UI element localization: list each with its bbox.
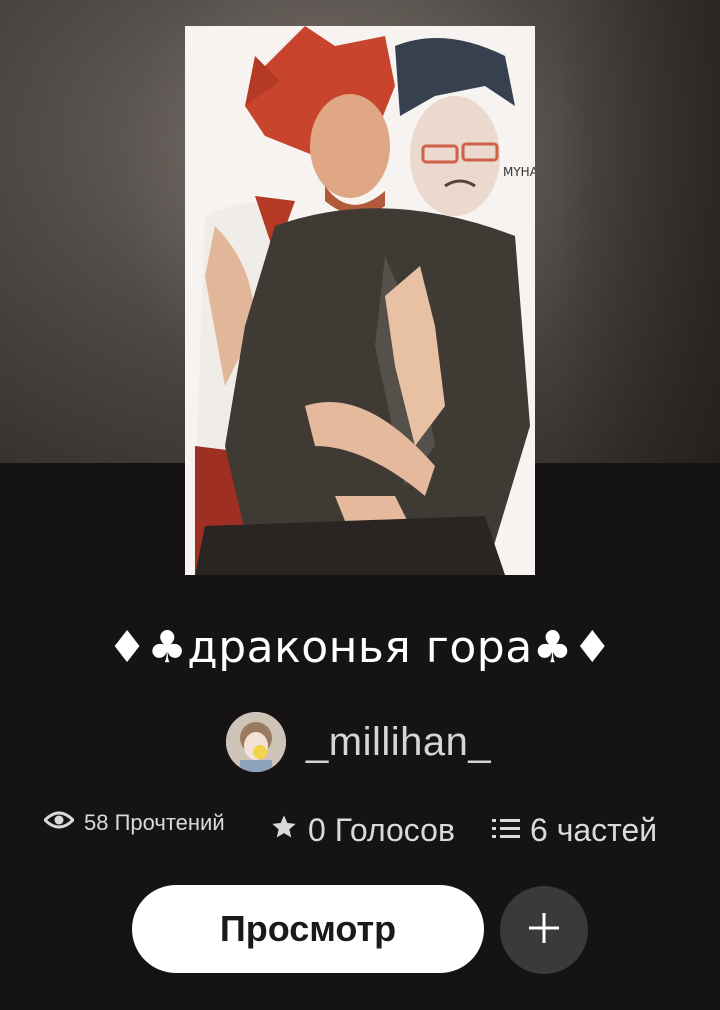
cover-illustration: MYHA	[185, 26, 535, 575]
reads-stat: 58 Прочтений	[42, 810, 225, 836]
votes-stat: 0 Голосов	[270, 812, 455, 849]
add-to-library-button[interactable]	[500, 886, 588, 974]
list-icon	[492, 812, 520, 849]
eye-icon	[42, 810, 76, 836]
parts-stat: 6 частей	[492, 812, 657, 849]
cover-signature: MYHA	[503, 165, 535, 179]
parts-count: 6 частей	[530, 812, 658, 848]
author-avatar[interactable]	[226, 712, 286, 772]
author-link[interactable]: _millihan_	[226, 710, 491, 774]
reads-count: 58 Прочтений	[84, 810, 225, 835]
star-icon	[270, 812, 298, 849]
votes-count: 0 Голосов	[308, 812, 455, 848]
avatar-image	[226, 712, 286, 772]
story-title: ♦♣драконья гора♣♦	[107, 622, 613, 673]
background-shade	[560, 0, 720, 463]
author-name[interactable]: _millihan_	[306, 720, 491, 765]
view-button[interactable]: Просмотр	[132, 885, 484, 973]
story-cover-image[interactable]: MYHA	[185, 26, 535, 575]
story-stats: 58 Прочтений 0 Голосов 6 частей	[42, 800, 694, 860]
plus-icon	[526, 910, 562, 951]
